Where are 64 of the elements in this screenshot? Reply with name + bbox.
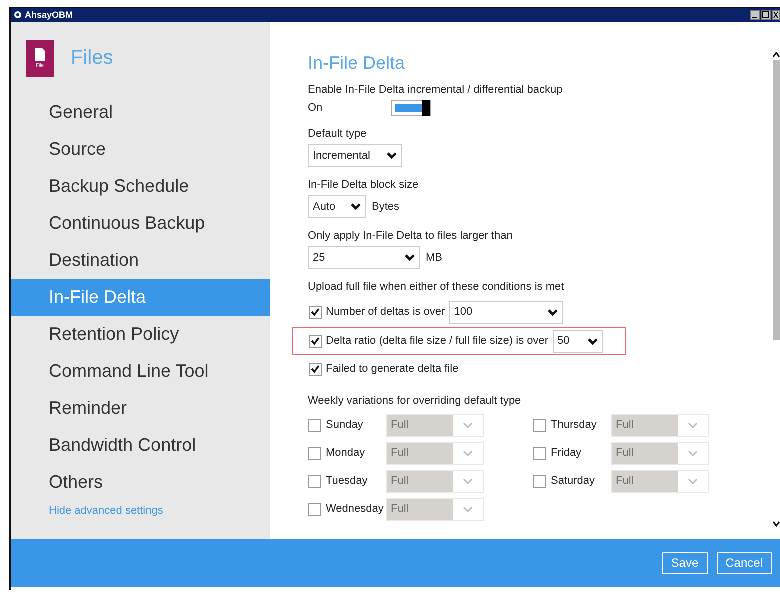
section-title: Files <box>71 46 114 70</box>
field-label: Weekly variations for overriding default type <box>308 395 522 407</box>
option-label: Number of deltas is over <box>326 306 446 318</box>
option-label: Failed to generate delta file <box>326 363 459 375</box>
chevron-down-icon <box>351 203 361 210</box>
chevron-down-icon <box>463 478 473 484</box>
sidebar-item[interactable]: Bandwidth Control <box>11 427 270 464</box>
window-title: AhsayOBM <box>25 10 74 20</box>
field-label: Default type <box>308 128 368 140</box>
sidebar-item[interactable]: Continuous Backup <box>11 205 270 242</box>
sidebar-item[interactable]: Others <box>11 464 270 501</box>
app-logo-icon <box>14 11 22 19</box>
sidebar-item[interactable]: Reminder <box>11 390 270 427</box>
day-label: Monday <box>326 447 366 459</box>
day-label: Friday <box>551 447 583 459</box>
day-label: Wednesday <box>326 503 385 515</box>
day-label: Thursday <box>551 419 598 431</box>
unit-label: Bytes <box>372 200 400 212</box>
minimize-icon <box>750 10 760 20</box>
sidebar-item[interactable]: General <box>11 94 270 131</box>
chevron-down-icon <box>688 450 698 456</box>
toggle-switch[interactable] <box>390 100 431 116</box>
checkmark-icon <box>311 308 320 316</box>
document-icon <box>34 47 46 62</box>
field-label: In-File Delta block size <box>308 179 420 191</box>
chevron-down-icon <box>588 338 598 344</box>
scroll-down-icon <box>772 521 780 527</box>
chevron-down-icon <box>463 450 473 456</box>
sidebar-item[interactable]: Source <box>11 131 270 168</box>
field-label: Enable In-File Delta incremental / differential backup <box>308 84 564 96</box>
chevron-down-icon <box>463 422 473 428</box>
chevron-down-icon <box>463 506 473 512</box>
dropdown[interactable]: 100 <box>449 300 564 324</box>
day-label: Tuesday <box>326 475 369 487</box>
day-label: Sunday <box>326 419 364 431</box>
chevron-down-icon <box>688 478 698 484</box>
unit-label: MB <box>426 252 442 264</box>
checkbox[interactable] <box>309 362 322 376</box>
dropdown[interactable]: 50 <box>552 330 603 352</box>
checkmark-icon <box>311 337 320 345</box>
close-icon <box>772 10 780 20</box>
day-label: Saturday <box>551 475 596 487</box>
chevron-down-icon <box>405 254 415 261</box>
maximize-icon <box>761 10 771 20</box>
chevron-down-icon <box>548 308 558 316</box>
sidebar-item[interactable]: Destination <box>11 242 270 279</box>
sidebar-item[interactable]: Backup Schedule <box>11 168 270 205</box>
scroll-up-icon <box>772 52 780 58</box>
field-label: Only apply In-File Delta to files larger than <box>308 230 514 242</box>
chevron-down-icon <box>387 152 397 159</box>
dropdown[interactable]: Incremental <box>308 144 402 167</box>
checkmark-icon <box>311 365 320 373</box>
option-label: Delta ratio (delta file size / full file size) is over <box>326 335 549 347</box>
dropdown[interactable]: 25 <box>308 246 420 269</box>
sidebar-item[interactable]: Retention Policy <box>11 316 270 353</box>
dropdown[interactable]: Auto <box>308 195 366 218</box>
scrollbar-thumb[interactable] <box>772 60 780 340</box>
sidebar-item[interactable]: Command Line Tool <box>11 353 270 390</box>
chevron-down-icon <box>688 422 698 428</box>
field-label: Upload full file when either of these conditions is met <box>308 281 566 293</box>
toggle-state: On <box>308 102 323 114</box>
checkbox[interactable] <box>309 334 322 348</box>
page-title: In-File Delta <box>308 53 406 74</box>
checkbox[interactable] <box>309 306 322 318</box>
